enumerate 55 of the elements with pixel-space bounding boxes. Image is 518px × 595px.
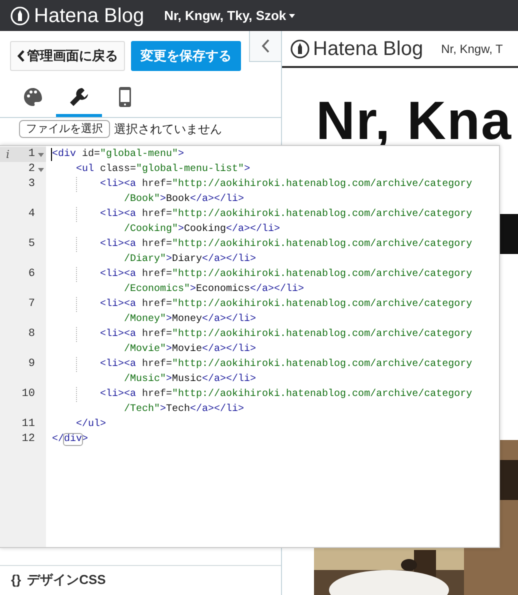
line-number: 8 xyxy=(27,327,36,342)
blog-menu[interactable]: Nr, Kngw, Tky, Szok xyxy=(164,6,296,26)
code-line: /Money">Money</a></li> xyxy=(123,312,256,327)
chevron-left-icon xyxy=(17,50,25,62)
chevron-left-icon xyxy=(261,39,270,53)
code-line: <li><a href="http://aokihiroki.hatenablog.com/archive/category xyxy=(99,178,472,192)
code-line: /Economics">Economics</a></li> xyxy=(123,282,304,297)
code-line: <li><a href="http://aokihiroki.hatenablog.com/archive/category xyxy=(99,268,472,282)
code-line: /Music">Music</a></li> xyxy=(123,372,256,387)
wrench-icon xyxy=(68,86,90,108)
brand-logo-text: Hatena Blog xyxy=(313,38,424,58)
collapse-button[interactable] xyxy=(249,31,281,62)
line-number: 4 xyxy=(27,207,36,222)
code-line: <li><a href="http://aokihiroki.hatenablog.com/archive/category xyxy=(99,388,472,402)
braces-icon: {} xyxy=(11,570,22,590)
code-line: <li><a href="http://aokihiroki.hatenablog.com/archive/category xyxy=(99,358,472,372)
fold-arrow-icon[interactable] xyxy=(38,168,44,172)
back-button[interactable]: 管理画面に戻る xyxy=(10,41,125,71)
blog-title: Nr, Kna xyxy=(316,91,512,151)
choose-file-button[interactable]: ファイルを選択 xyxy=(19,120,110,138)
section-title: デザインCSS xyxy=(27,570,106,589)
file-status: 選択されていません xyxy=(114,121,222,138)
code-line: /Book">Book</a></li> xyxy=(123,192,244,207)
line-number: 1 xyxy=(14,147,36,162)
line-number: 3 xyxy=(27,177,36,192)
caret-icon xyxy=(289,14,296,18)
fold-arrow-icon[interactable] xyxy=(38,152,44,156)
line-number: 9 xyxy=(27,357,36,372)
code-line: /Tech">Tech</a></li> xyxy=(123,402,244,417)
line-number: 12 xyxy=(20,432,36,447)
text-cursor xyxy=(51,148,52,161)
pen-nib-icon xyxy=(10,6,30,26)
line-number: 2 xyxy=(27,162,36,177)
line-number: 6 xyxy=(27,267,36,282)
line-number: 10 xyxy=(20,387,36,402)
code-line: </div> xyxy=(52,432,88,447)
code-line: <li><a href="http://aokihiroki.hatenablog.com/archive/category xyxy=(99,298,472,312)
code-line: </ul> xyxy=(75,418,106,432)
code-line: /Movie">Movie</a></li> xyxy=(123,342,256,357)
code-line: /Diary">Diary</a></li> xyxy=(123,252,256,267)
code-line: /Cooking">Cooking</a></li> xyxy=(123,222,280,237)
pen-nib-icon xyxy=(290,38,310,58)
palette-icon xyxy=(23,86,43,106)
code-line: <li><a href="http://aokihiroki.hatenablog.com/archive/category xyxy=(99,208,472,222)
code-line: <div id="global-menu"> xyxy=(52,148,184,162)
blog-name: Nr, Kngw, T xyxy=(441,40,503,58)
line-number: 5 xyxy=(27,237,36,252)
code-line: <li><a href="http://aokihiroki.hatenablog.com/archive/category xyxy=(99,238,472,252)
brand-logo-text: Hatena Blog xyxy=(34,6,144,26)
code-line: <li><a href="http://aokihiroki.hatenablog.com/archive/category xyxy=(99,328,472,342)
smartphone-icon xyxy=(118,86,132,108)
line-number: 11 xyxy=(20,417,36,432)
code-line: <ul class="global-menu-list"> xyxy=(75,162,250,177)
info-marker: i xyxy=(0,147,14,162)
line-number: 7 xyxy=(27,297,36,312)
